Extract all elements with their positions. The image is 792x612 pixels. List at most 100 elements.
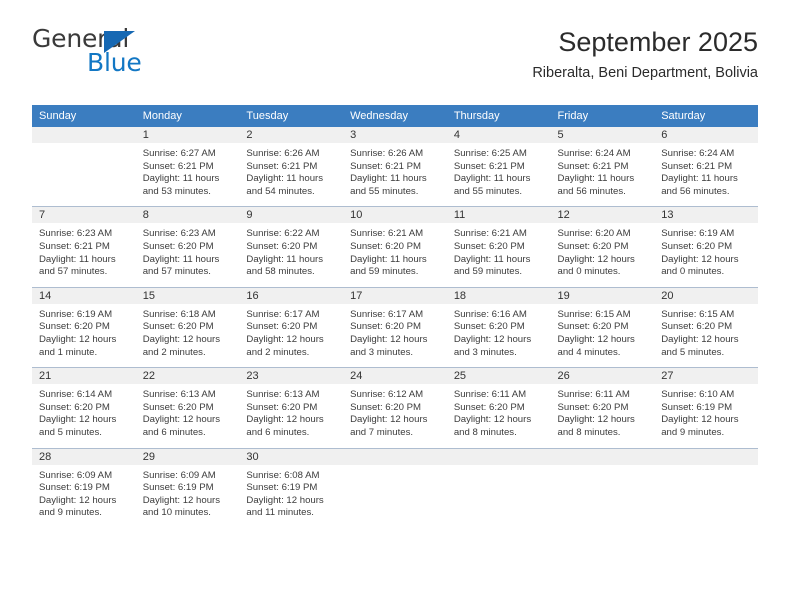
day-detail-line: and 8 minutes. [557, 426, 621, 438]
day-detail-line: and 56 minutes. [661, 185, 730, 197]
day-details: Sunrise: 6:26 AM Sunset: 6:21 PM Daylight:… [343, 143, 447, 206]
day-number: 3 [343, 127, 447, 143]
calendar-day-cell[interactable]: 21 Sunrise: 6:14 AM Sunset: 6:20 PM Dayligh… [32, 367, 136, 448]
day-detail-line: Sunset: 6:21 PM [142, 160, 214, 172]
day-detail-line: Sunset: 6:20 PM [142, 401, 214, 413]
calendar-day-cell[interactable]: 23 Sunrise: 6:13 AM Sunset: 6:20 PM Dayligh… [239, 367, 344, 448]
calendar-day-cell[interactable]: 9 Sunrise: 6:22 AM Sunset: 6:20 PM Daylight… [239, 206, 344, 288]
day-details: Sunrise: 6:26 AM Sunset: 6:21 PM Daylight:… [239, 143, 343, 206]
day-details: Sunrise: 6:24 AM Sunset: 6:21 PM Daylight:… [654, 143, 758, 206]
calendar-day-cell[interactable]: 19 Sunrise: 6:15 AM Sunset: 6:20 PM Dayligh… [550, 286, 655, 368]
day-detail-line: Sunset: 6:21 PM [39, 240, 110, 252]
calendar-day-cell[interactable]: 5 Sunrise: 6:24 AM Sunset: 6:21 PM Daylight… [550, 127, 655, 207]
day-detail-line: and 7 minutes. [350, 426, 414, 438]
day-detail-line: Sunrise: 6:21 AM [453, 228, 527, 240]
calendar-day-cell[interactable]: 30 Sunrise: 6:08 AM Sunset: 6:19 PM Dayligh… [239, 447, 344, 528]
calendar-week-row: 14 Sunrise: 6:19 AM Sunset: 6:20 PM Dayligh… [32, 286, 758, 368]
day-detail-line: and 2 minutes. [142, 346, 206, 358]
general-blue-logo[interactable]: General Blue [32, 26, 232, 90]
day-number: 25 [446, 368, 551, 385]
calendar-day-cell-empty [32, 127, 136, 207]
day-detail-line: and 1 minute. [39, 346, 98, 358]
day-detail-line: and 2 minutes. [246, 346, 310, 358]
calendar-day-cell-empty [550, 447, 655, 528]
calendar-day-cell[interactable]: 7 Sunrise: 6:23 AM Sunset: 6:21 PM Daylight… [32, 206, 136, 288]
day-details: Sunrise: 6:21 AM Sunset: 6:20 PM Daylight:… [447, 223, 551, 286]
calendar-day-cell[interactable]: 17 Sunrise: 6:17 AM Sunset: 6:20 PM Dayligh… [343, 286, 447, 368]
day-detail-line: Sunset: 6:20 PM [661, 321, 733, 333]
day-number: 29 [135, 448, 240, 465]
day-details: Sunrise: 6:25 AM Sunset: 6:21 PM Daylight:… [447, 143, 551, 206]
day-detail-line: Sunset: 6:20 PM [350, 240, 422, 252]
day-detail-line: Daylight: 11 hours [142, 253, 220, 265]
day-detail-line: and 54 minutes. [246, 185, 315, 197]
weekday-header-sunday: Sunday [32, 105, 136, 127]
day-number: 15 [135, 287, 240, 304]
calendar-day-cell[interactable]: 22 Sunrise: 6:13 AM Sunset: 6:20 PM Dayligh… [135, 367, 240, 448]
weekday-header-thursday: Thursday [446, 105, 551, 127]
day-details: Sunrise: 6:19 AM Sunset: 6:20 PM Daylight:… [32, 304, 136, 367]
day-detail-line: Sunset: 6:20 PM [246, 321, 318, 333]
calendar-day-cell[interactable]: 28 Sunrise: 6:09 AM Sunset: 6:19 PM Dayligh… [32, 447, 136, 528]
day-detail-line: Sunset: 6:21 PM [350, 160, 422, 172]
day-detail-line: and 4 minutes. [557, 346, 621, 358]
day-number: 26 [550, 368, 655, 385]
day-detail-line: and 57 minutes. [142, 266, 211, 278]
calendar-day-cell[interactable]: 13 Sunrise: 6:19 AM Sunset: 6:20 PM Dayligh… [654, 206, 758, 288]
day-detail-line: Sunset: 6:20 PM [246, 240, 318, 252]
day-detail-line: Daylight: 12 hours [661, 333, 739, 345]
calendar-day-cell[interactable]: 1 Sunrise: 6:27 AM Sunset: 6:21 PM Daylight… [135, 127, 240, 207]
day-number [550, 448, 655, 465]
calendar-day-cell[interactable]: 14 Sunrise: 6:19 AM Sunset: 6:20 PM Dayligh… [32, 286, 136, 368]
day-detail-line: Sunrise: 6:19 AM [661, 228, 735, 240]
calendar-day-cell[interactable]: 29 Sunrise: 6:09 AM Sunset: 6:19 PM Dayligh… [135, 447, 240, 528]
day-details: Sunrise: 6:24 AM Sunset: 6:21 PM Daylight:… [551, 143, 655, 206]
calendar-day-cell[interactable]: 4 Sunrise: 6:25 AM Sunset: 6:21 PM Daylight… [446, 127, 551, 207]
day-detail-line: and 3 minutes. [350, 346, 414, 358]
day-number: 20 [654, 287, 758, 304]
day-detail-line: Daylight: 11 hours [142, 173, 220, 185]
day-detail-line: Sunset: 6:20 PM [142, 240, 214, 252]
day-number [446, 448, 551, 465]
day-detail-line: Daylight: 12 hours [661, 414, 739, 426]
day-detail-line: Sunrise: 6:08 AM [246, 469, 320, 481]
day-number: 5 [550, 127, 655, 143]
calendar-day-cell[interactable]: 16 Sunrise: 6:17 AM Sunset: 6:20 PM Dayligh… [239, 286, 344, 368]
day-detail-line: and 55 minutes. [453, 185, 523, 197]
calendar-day-cell[interactable]: 8 Sunrise: 6:23 AM Sunset: 6:20 PM Daylight… [135, 206, 240, 288]
day-details [654, 465, 758, 523]
calendar-day-cell[interactable]: 18 Sunrise: 6:16 AM Sunset: 6:20 PM Dayligh… [446, 286, 551, 368]
day-detail-line: Sunrise: 6:12 AM [350, 389, 424, 401]
day-detail-line: and 5 minutes. [661, 346, 725, 358]
day-details: Sunrise: 6:08 AM Sunset: 6:19 PM Daylight:… [239, 465, 343, 528]
day-detail-line: Sunset: 6:21 PM [246, 160, 318, 172]
day-number: 28 [32, 448, 136, 465]
calendar-page: General Blue September 2025 Riberalta, B… [0, 0, 792, 612]
day-number: 16 [239, 287, 344, 304]
day-number: 12 [550, 207, 655, 224]
calendar-day-cell[interactable]: 10 Sunrise: 6:21 AM Sunset: 6:20 PM Dayligh… [343, 206, 447, 288]
day-detail-line: Daylight: 11 hours [246, 253, 324, 265]
calendar-day-cell[interactable]: 11 Sunrise: 6:21 AM Sunset: 6:20 PM Dayligh… [446, 206, 551, 288]
day-details: Sunrise: 6:23 AM Sunset: 6:21 PM Daylight:… [32, 223, 136, 286]
calendar-day-cell[interactable]: 3 Sunrise: 6:26 AM Sunset: 6:21 PM Daylight… [343, 127, 447, 207]
calendar-day-cell[interactable]: 24 Sunrise: 6:12 AM Sunset: 6:20 PM Dayligh… [343, 367, 447, 448]
day-detail-line: Daylight: 12 hours [39, 333, 117, 345]
day-details: Sunrise: 6:14 AM Sunset: 6:20 PM Daylight:… [32, 384, 136, 447]
calendar-day-cell[interactable]: 12 Sunrise: 6:20 AM Sunset: 6:20 PM Dayligh… [550, 206, 655, 288]
day-number: 9 [239, 207, 344, 224]
calendar-day-cell[interactable]: 6 Sunrise: 6:24 AM Sunset: 6:21 PM Daylight… [654, 127, 758, 207]
day-detail-line: Sunrise: 6:18 AM [142, 308, 216, 320]
page-subtitle: Riberalta, Beni Department, Bolivia [532, 65, 758, 82]
day-detail-line: Daylight: 12 hours [350, 333, 428, 345]
calendar-day-cell[interactable]: 2 Sunrise: 6:26 AM Sunset: 6:21 PM Daylight… [239, 127, 344, 207]
calendar-day-cell[interactable]: 27 Sunrise: 6:10 AM Sunset: 6:19 PM Dayligh… [654, 367, 758, 448]
calendar-day-cell[interactable]: 20 Sunrise: 6:15 AM Sunset: 6:20 PM Dayligh… [654, 286, 758, 368]
day-detail-line: Sunset: 6:20 PM [39, 401, 110, 413]
calendar-day-cell[interactable]: 25 Sunrise: 6:11 AM Sunset: 6:20 PM Dayligh… [446, 367, 551, 448]
calendar-day-cell[interactable]: 15 Sunrise: 6:18 AM Sunset: 6:20 PM Dayligh… [135, 286, 240, 368]
day-number [654, 448, 758, 465]
day-detail-line: Daylight: 11 hours [246, 173, 324, 185]
calendar-day-cell[interactable]: 26 Sunrise: 6:11 AM Sunset: 6:20 PM Dayligh… [550, 367, 655, 448]
day-detail-line: Daylight: 12 hours [453, 414, 532, 426]
